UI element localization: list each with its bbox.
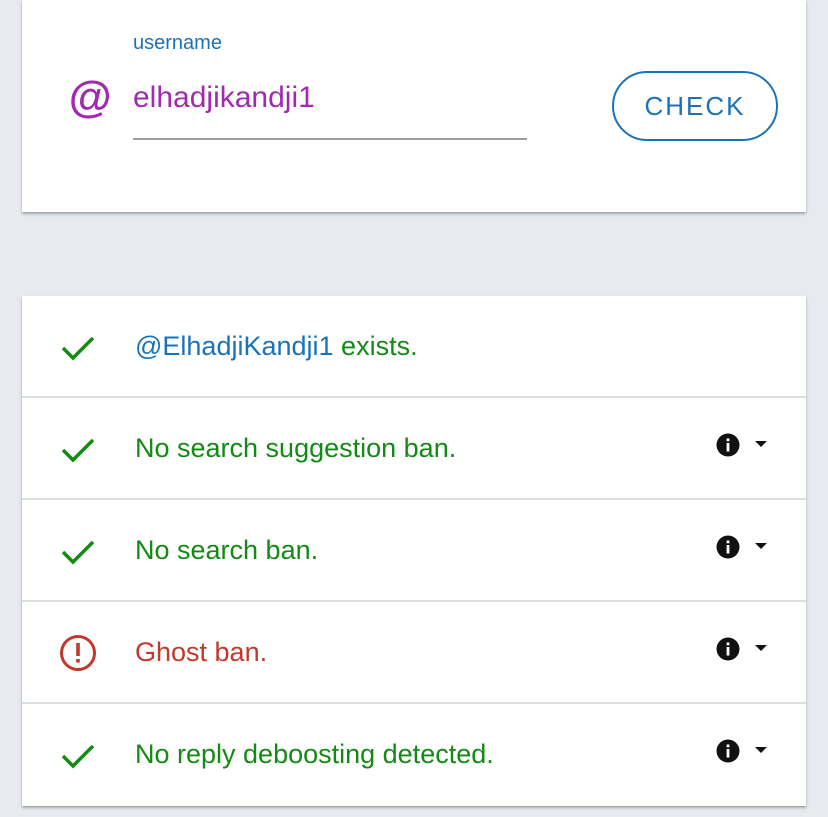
info-icon[interactable] <box>716 637 740 661</box>
alert-circle-icon <box>60 635 96 671</box>
result-row: No search ban. <box>22 500 806 602</box>
result-row: No search suggestion ban. <box>22 398 806 500</box>
result-row: Ghost ban. <box>22 602 806 704</box>
caret-down-icon[interactable] <box>754 541 768 551</box>
username-input[interactable] <box>133 80 527 140</box>
result-message: exists. <box>333 331 418 361</box>
result-message: No search suggestion ban. <box>135 433 457 463</box>
check-button[interactable]: CHECK <box>612 71 778 141</box>
info-icon[interactable] <box>716 739 740 763</box>
check-icon <box>61 336 95 361</box>
username-label: username <box>133 32 222 54</box>
check-icon <box>61 540 95 565</box>
check-icon <box>61 438 95 463</box>
result-text: No reply deboosting detected. <box>135 738 494 770</box>
result-text: @ElhadjiKandji1 exists. <box>135 330 418 362</box>
info-icon[interactable] <box>716 535 740 559</box>
profile-handle-link[interactable]: @ElhadjiKandji1 <box>135 331 334 361</box>
result-text: No search suggestion ban. <box>135 432 456 464</box>
result-row: @ElhadjiKandji1 exists. <box>22 296 806 398</box>
info-icon[interactable] <box>716 433 740 457</box>
result-text: No search ban. <box>135 534 318 566</box>
result-message: No search ban. <box>135 535 319 565</box>
results-list: @ElhadjiKandji1 exists. No search suggest… <box>22 296 806 806</box>
result-text: Ghost ban. <box>135 636 267 668</box>
caret-down-icon[interactable] <box>754 439 768 449</box>
result-message: Ghost ban. <box>135 637 268 667</box>
caret-down-icon[interactable] <box>754 643 768 653</box>
username-check-card: @ username CHECK <box>22 0 806 212</box>
at-sign-icon: @ <box>68 73 111 122</box>
caret-down-icon[interactable] <box>754 745 768 755</box>
check-icon <box>61 744 95 769</box>
result-row: No reply deboosting detected. <box>22 704 806 806</box>
result-message: No reply deboosting detected. <box>135 739 494 769</box>
